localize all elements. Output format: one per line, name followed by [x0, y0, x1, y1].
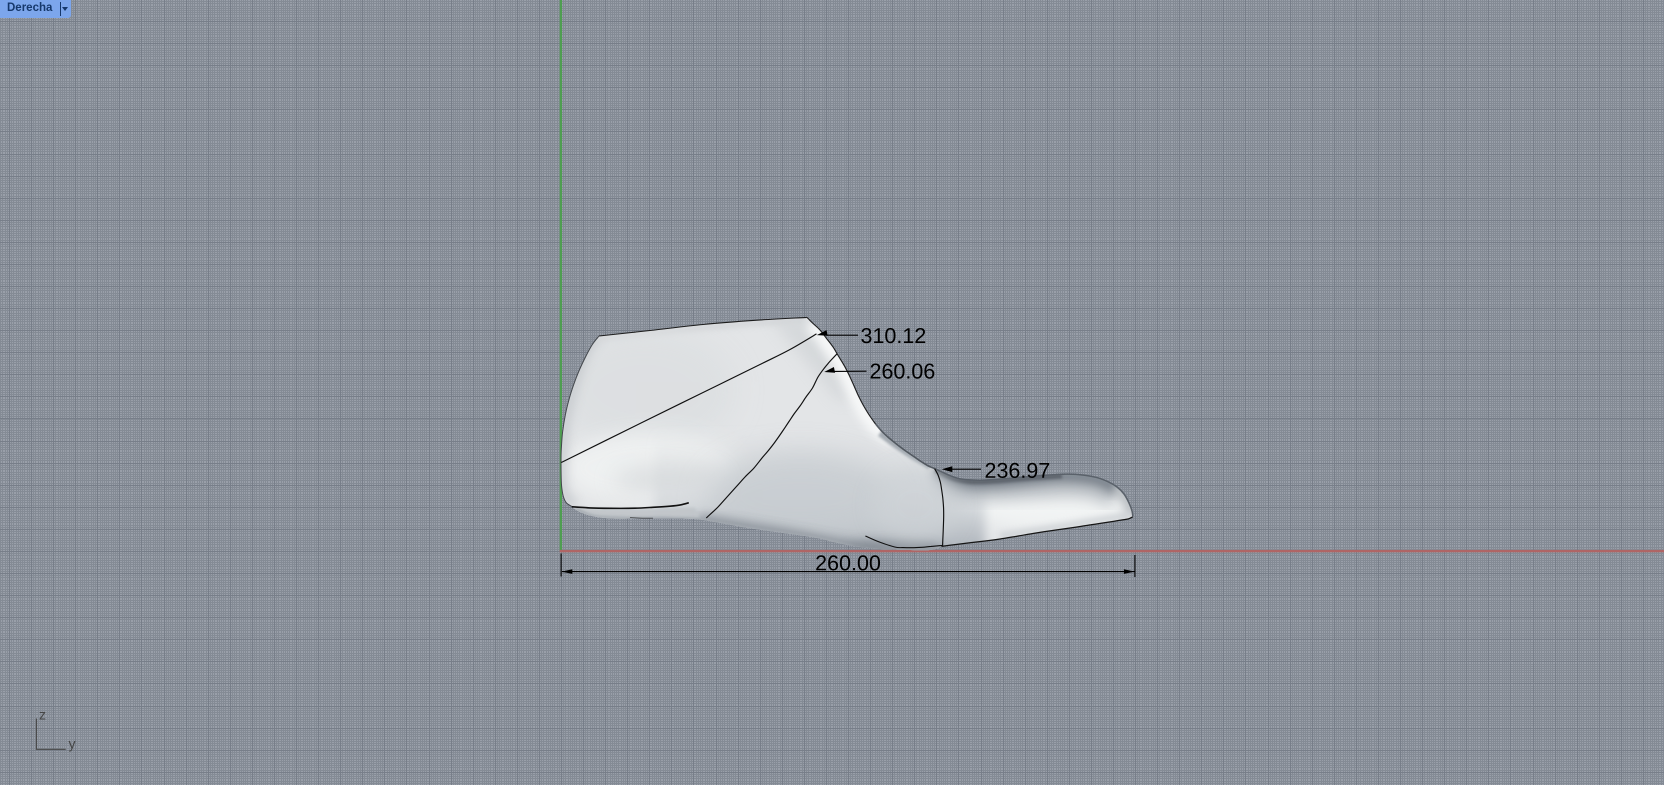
svg-text:y: y [69, 736, 76, 752]
svg-text:z: z [39, 707, 46, 723]
